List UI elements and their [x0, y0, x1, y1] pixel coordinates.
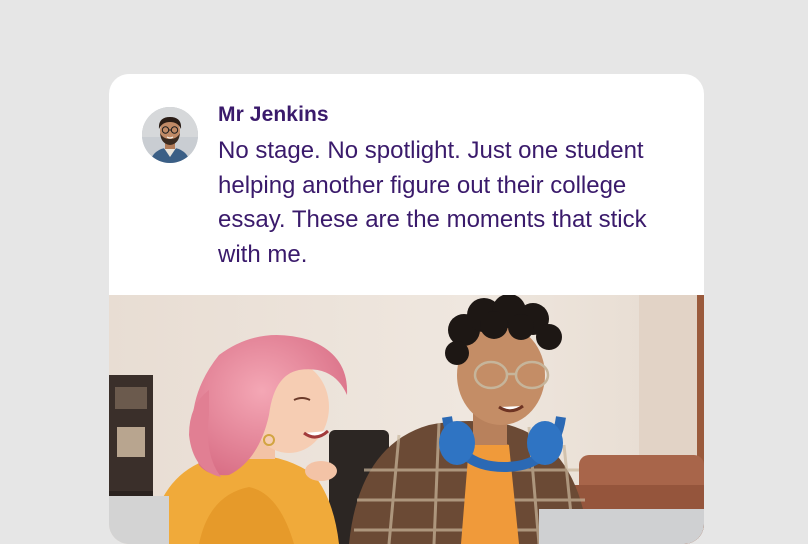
avatar-portrait — [142, 107, 198, 163]
author-name[interactable]: Mr Jenkins — [218, 103, 329, 127]
post-message: No stage. No spotlight. Just one student… — [218, 137, 647, 269]
post-card: Mr Jenkins No stage. No spotlight. Just … — [109, 74, 704, 544]
post-header: Mr Jenkins No stage. No spotlight. Just … — [109, 74, 704, 295]
students-photo-illustration — [109, 295, 704, 544]
author-avatar[interactable] — [142, 107, 198, 163]
post-photo[interactable] — [109, 295, 704, 544]
